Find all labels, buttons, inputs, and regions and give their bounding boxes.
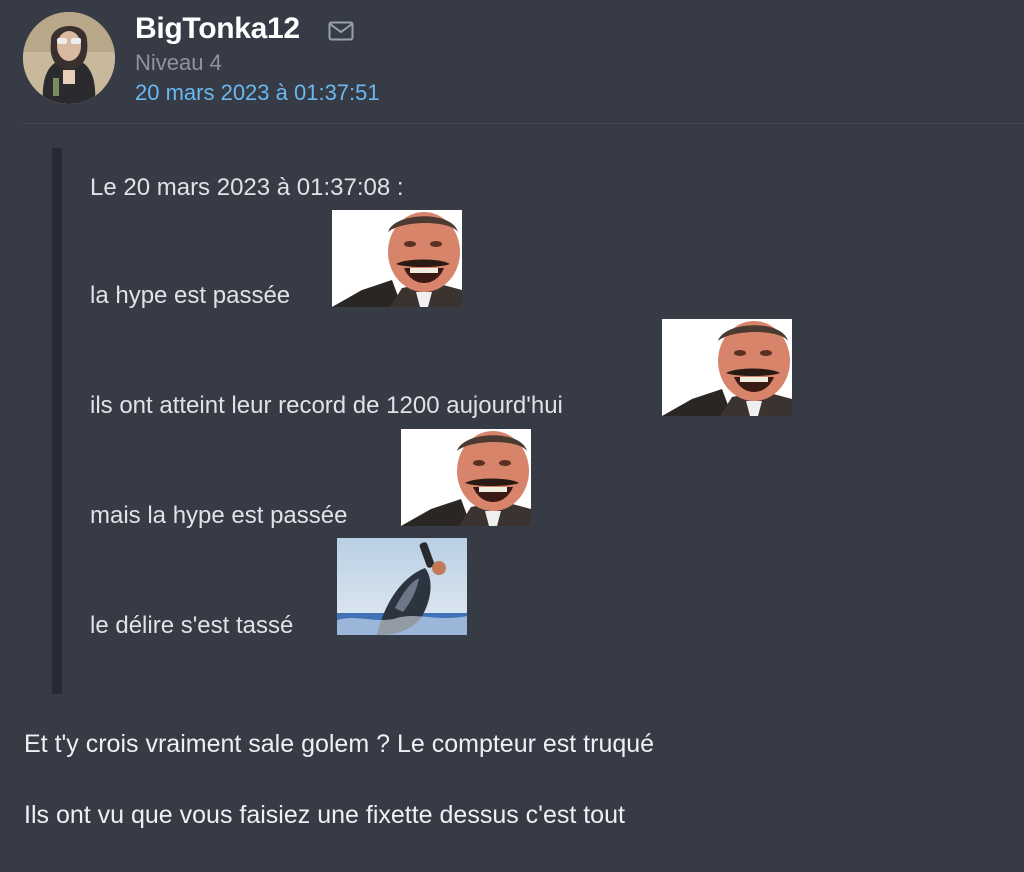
quote-line-text: la hype est passée <box>90 282 291 309</box>
quote-header: Le 20 mars 2023 à 01:37:08 : <box>90 174 404 201</box>
envelope-icon[interactable] <box>328 21 354 41</box>
post-body-line: Ils ont vu que vous faisiez une fixette … <box>24 801 625 829</box>
author-level: Niveau 4 <box>135 50 222 75</box>
risitas-laughing-sticker-icon[interactable] <box>662 319 792 416</box>
risitas-laughing-sticker-icon[interactable] <box>332 210 462 307</box>
risitas-laughing-sticker-icon[interactable] <box>401 429 531 526</box>
quote-line-text: mais la hype est passée <box>90 502 348 529</box>
quote-block: Le 20 mars 2023 à 01:37:08 : la hype est… <box>52 148 822 694</box>
quote-line-text: ils ont atteint leur record de 1200 aujo… <box>90 392 563 419</box>
forum-post: BigTonka12 Niveau 4 20 mars 2023 à 01:37… <box>0 0 1024 872</box>
quote-line: la hype est passée <box>90 206 790 309</box>
user-avatar-icon <box>23 12 115 104</box>
whale-jump-sticker-icon[interactable] <box>337 538 467 635</box>
avatar[interactable] <box>23 12 115 104</box>
header-divider <box>23 123 1024 124</box>
quote-line-text: le délire s'est tassé <box>90 612 294 639</box>
post-date-link[interactable]: 20 mars 2023 à 01:37:51 <box>135 80 380 106</box>
quote-line: ils ont atteint leur record de 1200 aujo… <box>90 316 830 419</box>
author-name[interactable]: BigTonka12 <box>135 12 300 46</box>
quote-line: mais la hype est passée <box>90 426 790 529</box>
quote-line: le délire s'est tassé <box>90 536 790 639</box>
post-body-line: Et t'y crois vraiment sale golem ? Le co… <box>24 730 655 758</box>
